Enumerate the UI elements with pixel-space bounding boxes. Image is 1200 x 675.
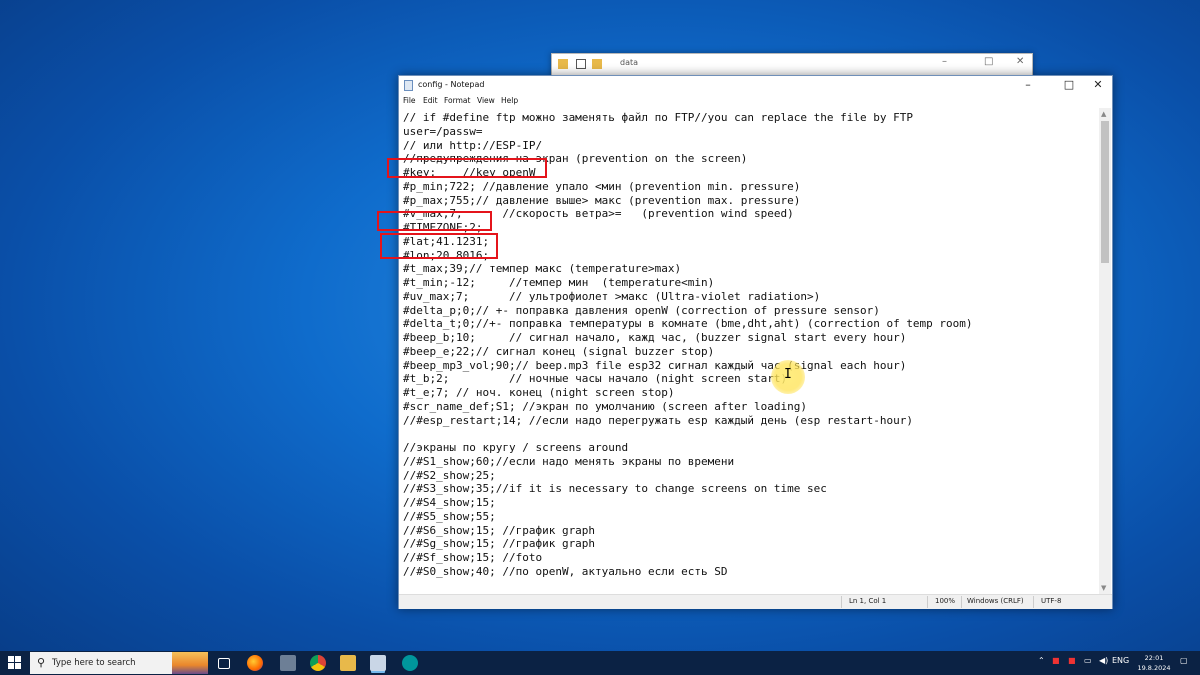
volume-icon[interactable]: ◀) xyxy=(1099,656,1108,665)
zoom-level: 100% xyxy=(935,597,956,605)
minimize-button[interactable]: – xyxy=(1013,76,1043,94)
text-line[interactable]: //экраны по кругу / screens around xyxy=(403,441,628,455)
text-line[interactable]: //#S6_show;15; //график graph xyxy=(403,524,595,538)
highlight-timezone xyxy=(377,211,492,231)
text-line[interactable]: //#S5_show;55; xyxy=(403,510,496,524)
windows-start-icon[interactable] xyxy=(8,656,21,669)
notepad-icon xyxy=(404,80,413,91)
scroll-up-icon[interactable]: ▲ xyxy=(1101,110,1106,118)
menu-file[interactable]: File xyxy=(403,96,416,105)
scroll-thumb[interactable] xyxy=(1101,121,1109,263)
calculator-icon[interactable] xyxy=(280,655,296,671)
tray-app-icon[interactable]: ■ xyxy=(1052,656,1060,665)
tray-chevron-icon[interactable]: ⌃ xyxy=(1038,656,1045,665)
text-line[interactable]: #uv_max;7; // ультрофиолет >макс (Ultra-… xyxy=(403,290,820,304)
minimize-icon[interactable]: – xyxy=(942,56,947,67)
close-button[interactable]: ✕ xyxy=(1083,76,1113,94)
text-line[interactable]: //#Sg_show;15; //график graph xyxy=(403,537,595,551)
scroll-down-icon[interactable]: ▼ xyxy=(1101,584,1106,592)
encoding: UTF-8 xyxy=(1041,597,1062,605)
window-title: config - Notepad xyxy=(418,80,485,89)
firefox-icon[interactable] xyxy=(247,655,263,671)
text-cursor-icon: I xyxy=(784,367,792,382)
text-line[interactable]: #delta_t;0;//+- поправка температуры в к… xyxy=(403,317,973,331)
arduino-icon[interactable] xyxy=(402,655,418,671)
properties-icon[interactable] xyxy=(576,59,586,69)
clock-time: 22:01 xyxy=(1144,654,1164,662)
text-line[interactable]: //#S4_show;15; xyxy=(403,496,496,510)
menu-edit[interactable]: Edit xyxy=(423,96,438,105)
text-line[interactable]: #delta_p;0;// +- поправка давления openW… xyxy=(403,304,880,318)
search-icon: ⚲ xyxy=(37,656,46,669)
file-explorer-icon[interactable] xyxy=(340,655,356,671)
line-ending: Windows (CRLF) xyxy=(967,597,1024,605)
text-line[interactable]: #beep_e;22;// сигнал конец (signal buzze… xyxy=(403,345,714,359)
search-highlight-image xyxy=(172,652,208,674)
text-line[interactable]: #scr_name_def;S1; //экран по умолчанию (… xyxy=(403,400,807,414)
notepad-taskbar-icon[interactable] xyxy=(370,655,386,671)
cursor-position: Ln 1, Col 1 xyxy=(849,597,887,605)
text-line[interactable]: #t_b;2; // ночные часы начало (night scr… xyxy=(403,372,787,386)
menu-bar: File Edit Format View Help xyxy=(399,94,1112,108)
chrome-icon[interactable] xyxy=(310,655,326,671)
text-line[interactable]: //#S3_show;35;//if it is necessary to ch… xyxy=(403,482,827,496)
notepad-window[interactable]: config - Notepad – □ ✕ File Edit Format … xyxy=(398,75,1113,609)
text-line[interactable]: //#S1_show;60;//если надо менять экраны … xyxy=(403,455,734,469)
menu-view[interactable]: View xyxy=(477,96,495,105)
text-line[interactable]: #t_e;7; // ноч. конец (night screen stop… xyxy=(403,386,675,400)
text-line[interactable]: #t_min;-12; //темпер мин (temperature<mi… xyxy=(403,276,714,290)
text-line[interactable]: //#esp_restart;14; //если надо перегружа… xyxy=(403,414,913,428)
text-line[interactable]: // if #define ftp можно заменять файл по… xyxy=(403,111,913,125)
text-editor[interactable]: // if #define ftp можно заменять файл по… xyxy=(401,108,1098,594)
text-line[interactable]: //#Sf_show;15; //foto xyxy=(403,551,542,565)
network-icon[interactable]: ▭ xyxy=(1084,656,1092,665)
status-bar: Ln 1, Col 1 100% Windows (CRLF) UTF-8 xyxy=(399,594,1112,609)
task-view-icon[interactable] xyxy=(218,658,230,669)
text-line[interactable]: #p_max;755;// давление выше> макс (preve… xyxy=(403,194,800,208)
close-icon[interactable]: ✕ xyxy=(1016,56,1024,67)
tray-app2-icon[interactable]: ■ xyxy=(1068,656,1076,665)
menu-format[interactable]: Format xyxy=(444,96,470,105)
text-line[interactable]: //#S2_show;25; xyxy=(403,469,496,483)
highlight-lat-lon xyxy=(380,233,498,259)
clock-date: 19.8.2024 xyxy=(1137,664,1171,672)
system-clock[interactable]: 22:01 19.8.2024 xyxy=(1132,653,1176,673)
text-line[interactable]: #beep_mp3_vol;90;// beep.mp3 file esp32 … xyxy=(403,359,906,373)
maximize-button[interactable]: □ xyxy=(1054,76,1084,94)
new-folder-icon[interactable] xyxy=(592,59,602,69)
title-bar[interactable]: config - Notepad – □ ✕ xyxy=(399,76,1112,94)
text-line[interactable]: //#S0_show;40; //по openW, актуально есл… xyxy=(403,565,728,579)
maximize-icon[interactable]: □ xyxy=(984,56,993,67)
taskbar: ⚲ Type here to search ⌃ ■ ■ ▭ ◀) ENG 22:… xyxy=(0,651,1200,675)
menu-help[interactable]: Help xyxy=(501,96,518,105)
folder-icon xyxy=(558,59,568,69)
text-line[interactable]: #beep_b;10; // сигнал начало, кажд час, … xyxy=(403,331,906,345)
language-indicator[interactable]: ENG xyxy=(1112,656,1129,665)
taskbar-search[interactable]: ⚲ Type here to search xyxy=(30,652,208,674)
notifications-icon[interactable]: ▢ xyxy=(1180,656,1188,665)
explorer-title: data xyxy=(620,58,639,67)
vertical-scrollbar[interactable]: ▲ ▼ xyxy=(1099,108,1111,594)
search-placeholder: Type here to search xyxy=(52,658,136,668)
text-line[interactable]: user=/passw= xyxy=(403,125,482,139)
explorer-window[interactable]: data – □ ✕ xyxy=(551,53,1033,77)
highlight-key xyxy=(387,158,547,178)
text-line[interactable]: #t_max;39;// темпер макс (temperature>ma… xyxy=(403,262,681,276)
text-line[interactable]: #p_min;722; //давление упало <мин (preve… xyxy=(403,180,800,194)
text-line[interactable]: // или http://ESP-IP/ xyxy=(403,139,542,153)
